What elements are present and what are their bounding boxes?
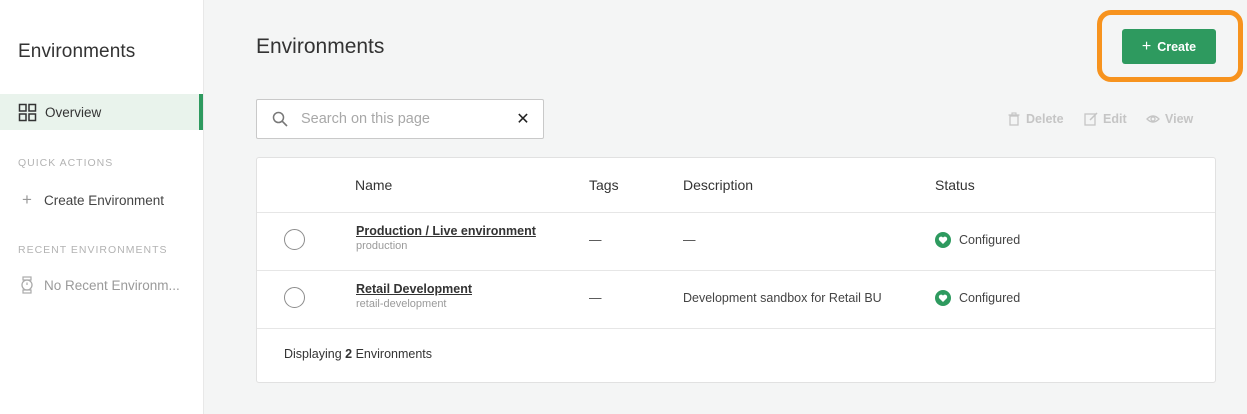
- divider: [257, 328, 1215, 329]
- column-header-status[interactable]: Status: [935, 177, 975, 193]
- heart-icon: [935, 232, 951, 248]
- divider: [257, 212, 1215, 213]
- environment-link[interactable]: Production / Live environment: [356, 224, 536, 238]
- row-description: —: [683, 233, 696, 247]
- environment-slug: production: [356, 240, 408, 252]
- edit-button[interactable]: Edit: [1084, 112, 1127, 126]
- table-row-name: Retail Development retail-development: [356, 282, 472, 310]
- table-row-name: Production / Live environment production: [356, 224, 536, 252]
- edit-label: Edit: [1103, 112, 1127, 126]
- create-button-label: Create: [1157, 39, 1197, 54]
- view-button[interactable]: View: [1146, 112, 1193, 126]
- no-recent-environments: No Recent Environm...: [18, 276, 180, 294]
- table-footer: Displaying 2 Environments: [284, 347, 432, 361]
- column-header-description[interactable]: Description: [683, 177, 753, 193]
- watch-icon: [21, 276, 33, 294]
- no-recent-label: No Recent Environm...: [44, 277, 180, 293]
- edit-icon: [1084, 112, 1098, 126]
- row-tags: —: [589, 291, 602, 305]
- view-label: View: [1165, 112, 1194, 126]
- status-label: Configured: [959, 233, 1021, 247]
- row-description: Development sandbox for Retail BU: [683, 291, 882, 305]
- environments-table: Name Tags Description Status Production …: [256, 157, 1216, 383]
- column-header-tags[interactable]: Tags: [589, 177, 619, 193]
- sidebar-item-overview[interactable]: Overview: [0, 94, 203, 130]
- app: Environments Overview QUICK ACTIONS + Cr…: [0, 0, 1247, 414]
- sidebar-title: Environments: [18, 41, 136, 62]
- footer-count: 2: [345, 347, 353, 361]
- row-tags: —: [589, 233, 602, 247]
- grid-icon: [18, 103, 37, 121]
- environment-slug: retail-development: [356, 298, 447, 310]
- row-select-radio[interactable]: [284, 229, 305, 250]
- plus-icon: +: [1141, 37, 1152, 55]
- search-box: ✕: [256, 99, 544, 139]
- status-badge: Configured: [935, 290, 1020, 306]
- footer-prefix: Displaying: [284, 347, 342, 361]
- plus-icon: +: [22, 190, 32, 209]
- recent-environments-label: RECENT ENVIRONMENTS: [18, 244, 168, 256]
- create-environment-link[interactable]: + Create Environment: [18, 190, 164, 210]
- delete-label: Delete: [1026, 112, 1064, 126]
- column-header-name[interactable]: Name: [355, 177, 392, 193]
- quick-actions-label: QUICK ACTIONS: [18, 157, 114, 169]
- sidebar: Environments Overview QUICK ACTIONS + Cr…: [0, 0, 204, 414]
- footer-suffix: Environments: [355, 347, 433, 361]
- create-button[interactable]: + Create: [1122, 29, 1216, 64]
- clear-icon[interactable]: ✕: [509, 109, 537, 129]
- status-label: Configured: [959, 291, 1021, 305]
- delete-button[interactable]: Delete: [1007, 112, 1064, 126]
- eye-icon: [1146, 115, 1160, 123]
- search-icon: [272, 111, 288, 127]
- create-environment-label: Create Environment: [44, 192, 165, 208]
- environment-link[interactable]: Retail Development: [356, 282, 472, 296]
- trash-icon: [1008, 112, 1020, 126]
- page-title: Environments: [256, 35, 385, 58]
- row-select-radio[interactable]: [284, 287, 305, 308]
- heart-icon: [935, 290, 951, 306]
- status-badge: Configured: [935, 232, 1020, 248]
- search-input[interactable]: [301, 111, 509, 127]
- sidebar-item-label: Overview: [45, 104, 102, 120]
- divider: [257, 270, 1215, 271]
